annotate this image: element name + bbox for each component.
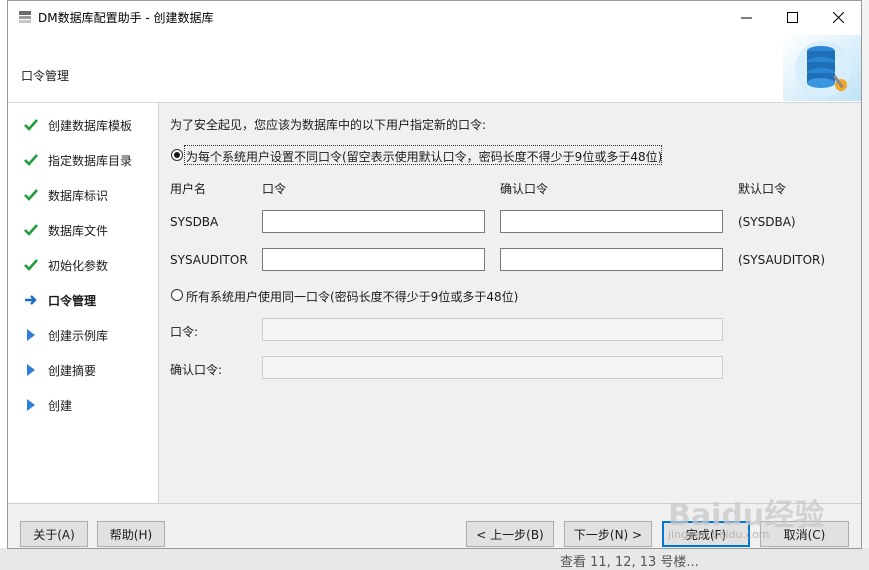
sysdba-password-input[interactable] bbox=[262, 210, 485, 233]
column-header-confirm: 确认口令 bbox=[500, 182, 549, 196]
app-icon bbox=[19, 11, 31, 23]
step-create-summary: 创建摘要 bbox=[22, 360, 96, 380]
background-taskbar-text: 查看 11, 12, 13 号楼... bbox=[560, 555, 699, 570]
column-header-password: 口令 bbox=[262, 182, 287, 196]
sysauditor-password-input[interactable] bbox=[262, 248, 485, 271]
about-button[interactable]: 关于(A) bbox=[20, 521, 88, 547]
help-button[interactable]: 帮助(H) bbox=[97, 521, 165, 547]
database-icon bbox=[783, 35, 861, 101]
next-button[interactable]: 下一步(N) > bbox=[564, 521, 652, 547]
close-button[interactable] bbox=[815, 1, 861, 33]
user-name-sysdba: SYSDBA bbox=[170, 215, 219, 229]
step-password-management: 口令管理 bbox=[22, 290, 96, 310]
step-init-params: 初始化参数 bbox=[22, 255, 108, 275]
same-confirm-input[interactable] bbox=[262, 356, 723, 379]
column-header-user: 用户名 bbox=[170, 182, 207, 196]
wizard-steps: 创建数据库模板 指定数据库目录 数据库标识 数据库文件 初始化参数 口令管理 创… bbox=[8, 103, 159, 503]
option-separate-label[interactable]: 为每个系统用户设置不同口令(留空表示使用默认口令，密码长度不得少于9位或多于48… bbox=[186, 148, 662, 165]
step-label: 数据库文件 bbox=[48, 223, 109, 238]
prev-button[interactable]: < 上一步(B) bbox=[466, 521, 554, 547]
same-confirm-label: 确认口令: bbox=[170, 363, 223, 377]
arrow-right-icon bbox=[22, 292, 40, 308]
checkmark-icon bbox=[22, 257, 40, 273]
page-title: 口令管理 bbox=[21, 69, 70, 83]
window-title: DM数据库配置助手 - 创建数据库 bbox=[38, 11, 214, 25]
background-taskbar: 查看 11, 12, 13 号楼... bbox=[0, 548, 869, 570]
maximize-button[interactable] bbox=[769, 1, 815, 33]
step-label: 创建 bbox=[48, 398, 73, 413]
triangle-right-icon bbox=[22, 397, 40, 413]
step-database-files: 数据库文件 bbox=[22, 220, 108, 240]
sysauditor-confirm-input[interactable] bbox=[500, 248, 723, 271]
same-password-input[interactable] bbox=[262, 318, 723, 341]
step-create-template: 创建数据库模板 bbox=[22, 115, 132, 135]
radio-same-password[interactable] bbox=[171, 289, 183, 301]
background-window-edge bbox=[862, 0, 869, 570]
minimize-button[interactable] bbox=[723, 1, 769, 33]
close-icon bbox=[832, 11, 844, 23]
triangle-right-icon bbox=[22, 327, 40, 343]
step-label: 创建数据库模板 bbox=[48, 118, 133, 133]
step-specify-directory: 指定数据库目录 bbox=[22, 150, 132, 170]
step-create-sample: 创建示例库 bbox=[22, 325, 108, 345]
intro-text: 为了安全起见，您应该为数据库中的以下用户指定新的口令: bbox=[170, 118, 487, 132]
wizard-header: 口令管理 bbox=[8, 33, 861, 103]
sysauditor-default-password: (SYSAUDITOR) bbox=[738, 253, 826, 267]
sysdba-default-password: (SYSDBA) bbox=[738, 215, 796, 229]
user-name-sysauditor: SYSAUDITOR bbox=[170, 253, 248, 267]
step-label: 初始化参数 bbox=[48, 258, 109, 273]
watermark-url: jingyan.baidu.com bbox=[668, 528, 770, 541]
maximize-icon bbox=[786, 11, 798, 23]
checkmark-icon bbox=[22, 187, 40, 203]
checkmark-icon bbox=[22, 222, 40, 238]
title-bar: DM数据库配置助手 - 创建数据库 bbox=[8, 1, 861, 33]
step-label: 创建摘要 bbox=[48, 363, 97, 378]
option-same-label[interactable]: 所有系统用户使用同一口令(密码长度不得少于9位或多于48位) bbox=[186, 288, 518, 305]
column-header-default: 默认口令 bbox=[738, 182, 787, 196]
step-label: 数据库标识 bbox=[48, 188, 109, 203]
triangle-right-icon bbox=[22, 362, 40, 378]
step-label: 指定数据库目录 bbox=[48, 153, 133, 168]
same-password-label: 口令: bbox=[170, 325, 199, 339]
radio-separate-passwords[interactable] bbox=[171, 149, 183, 161]
checkmark-icon bbox=[22, 117, 40, 133]
step-create: 创建 bbox=[22, 395, 72, 415]
step-label: 创建示例库 bbox=[48, 328, 109, 343]
checkmark-icon bbox=[22, 152, 40, 168]
sysdba-confirm-input[interactable] bbox=[500, 210, 723, 233]
minimize-icon bbox=[740, 17, 752, 18]
step-label: 口令管理 bbox=[48, 293, 97, 308]
step-database-identity: 数据库标识 bbox=[22, 185, 108, 205]
password-form: 为了安全起见，您应该为数据库中的以下用户指定新的口令: 为每个系统用户设置不同口… bbox=[159, 103, 861, 503]
dialog-window: DM数据库配置助手 - 创建数据库 口令管理 创建数据库模板 指定数据库目录 数… bbox=[7, 0, 862, 549]
